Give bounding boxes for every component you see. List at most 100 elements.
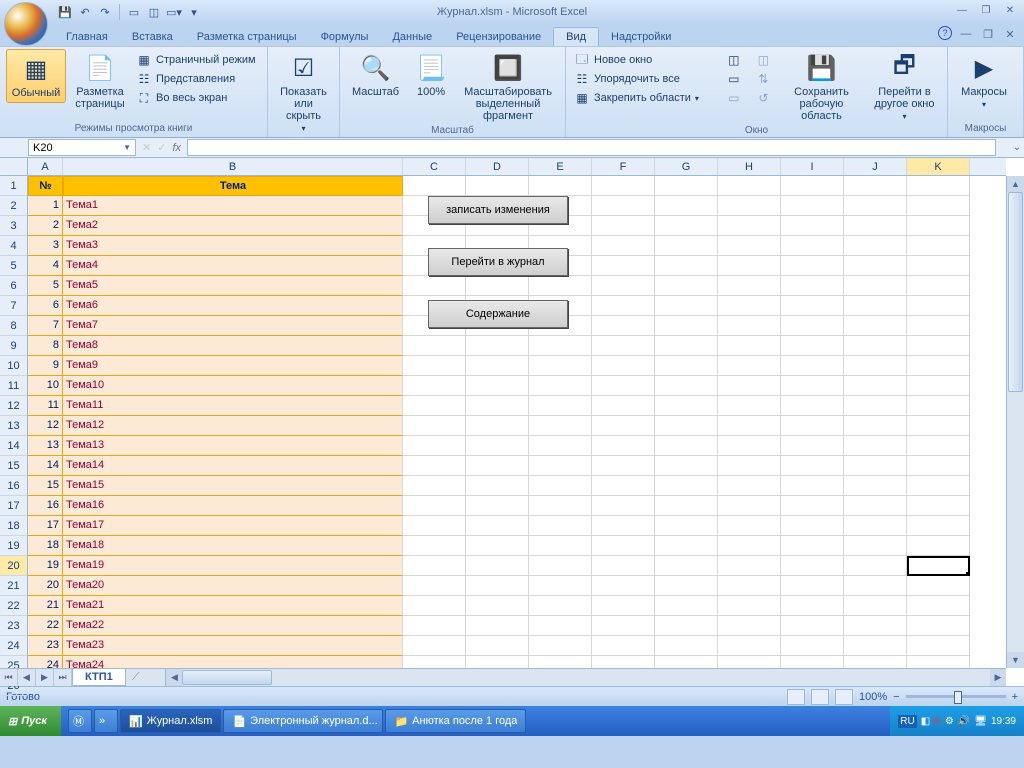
cell[interactable] <box>844 536 907 556</box>
cell[interactable] <box>781 636 844 656</box>
cell[interactable] <box>466 176 529 196</box>
first-sheet-icon[interactable]: ⏮ <box>0 669 18 686</box>
cell[interactable] <box>592 376 655 396</box>
cell[interactable] <box>844 216 907 236</box>
cell[interactable] <box>844 416 907 436</box>
cell[interactable] <box>655 316 718 336</box>
cell[interactable] <box>718 516 781 536</box>
cell[interactable] <box>466 656 529 668</box>
row-header[interactable]: 2 <box>0 196 27 216</box>
doc-restore-icon[interactable]: ❐ <box>980 26 996 42</box>
sync-scroll-button[interactable]: ⇅ <box>753 70 775 88</box>
cell[interactable] <box>403 356 466 376</box>
cell[interactable] <box>403 496 466 516</box>
cell[interactable] <box>907 576 970 596</box>
cell[interactable] <box>466 516 529 536</box>
cell[interactable] <box>655 416 718 436</box>
cell[interactable] <box>655 196 718 216</box>
cell[interactable] <box>718 476 781 496</box>
cell[interactable] <box>655 636 718 656</box>
cell[interactable] <box>844 336 907 356</box>
column-header[interactable]: F <box>592 158 655 175</box>
cell[interactable] <box>529 336 592 356</box>
switch-windows-button[interactable]: 🗗 Перейти в другое окно▾ <box>868 49 941 124</box>
cell[interactable] <box>844 296 907 316</box>
column-header[interactable]: D <box>466 158 529 175</box>
cell[interactable] <box>718 376 781 396</box>
column-header[interactable]: A <box>28 158 63 175</box>
cell[interactable] <box>844 456 907 476</box>
cell[interactable] <box>844 616 907 636</box>
taskbar-item-folder[interactable]: 📁Анютка после 1 года <box>385 709 526 733</box>
row-header[interactable]: 19 <box>0 536 27 556</box>
cell[interactable] <box>907 536 970 556</box>
cell[interactable] <box>529 616 592 636</box>
unhide-button[interactable]: ▭ <box>724 89 750 107</box>
scroll-left-icon[interactable]: ◀ <box>166 669 182 686</box>
ribbon-tab[interactable]: Вставка <box>120 28 185 46</box>
cell[interactable]: 23 <box>28 636 63 656</box>
cell[interactable] <box>907 236 970 256</box>
cell[interactable] <box>529 456 592 476</box>
cell[interactable] <box>466 436 529 456</box>
cell[interactable] <box>466 636 529 656</box>
cell[interactable]: Тема10 <box>63 376 403 396</box>
normal-view-icon[interactable] <box>787 689 805 705</box>
normal-view-button[interactable]: ▦ Обычный <box>6 49 66 103</box>
cell[interactable] <box>844 596 907 616</box>
column-header[interactable]: C <box>403 158 466 175</box>
cell[interactable] <box>844 396 907 416</box>
contents-button[interactable]: Содержание <box>428 300 568 328</box>
cell[interactable] <box>718 296 781 316</box>
cell[interactable] <box>592 456 655 476</box>
cell[interactable] <box>907 296 970 316</box>
cell[interactable]: 20 <box>28 576 63 596</box>
start-button[interactable]: ⊞ Пуск <box>0 706 61 736</box>
cell[interactable]: 7 <box>28 316 63 336</box>
cell[interactable] <box>655 496 718 516</box>
cell[interactable] <box>718 276 781 296</box>
cell[interactable]: 14 <box>28 456 63 476</box>
cell[interactable] <box>466 576 529 596</box>
cell[interactable] <box>781 196 844 216</box>
page-break-view-icon[interactable] <box>835 689 853 705</box>
cell[interactable] <box>655 656 718 668</box>
cell[interactable] <box>655 236 718 256</box>
cell[interactable] <box>529 416 592 436</box>
cell[interactable] <box>718 456 781 476</box>
row-header[interactable]: 7 <box>0 296 27 316</box>
cell[interactable] <box>403 596 466 616</box>
tray-icon[interactable]: ◧ <box>921 716 930 727</box>
cell[interactable] <box>403 176 466 196</box>
row-header[interactable]: 20 <box>0 556 27 576</box>
cell[interactable] <box>907 376 970 396</box>
cell[interactable] <box>655 516 718 536</box>
cell[interactable] <box>907 516 970 536</box>
cell[interactable] <box>718 616 781 636</box>
fx-icon[interactable]: fx <box>172 142 181 154</box>
cell[interactable]: Тема9 <box>63 356 403 376</box>
cell[interactable] <box>655 396 718 416</box>
cell[interactable]: 17 <box>28 516 63 536</box>
cell[interactable] <box>592 516 655 536</box>
scroll-up-icon[interactable]: ▲ <box>1007 176 1024 192</box>
cell[interactable] <box>844 576 907 596</box>
row-header[interactable]: 21 <box>0 576 27 596</box>
cell[interactable] <box>844 316 907 336</box>
cell[interactable] <box>718 496 781 516</box>
cell[interactable] <box>907 636 970 656</box>
cell[interactable] <box>844 436 907 456</box>
cell[interactable] <box>466 336 529 356</box>
cell[interactable] <box>718 416 781 436</box>
cell[interactable] <box>529 396 592 416</box>
name-box[interactable]: K20▼ <box>28 139 136 156</box>
cell[interactable] <box>844 256 907 276</box>
cell[interactable] <box>403 276 466 296</box>
system-tray[interactable]: RU ◧ K ⚙ 🔊 🖥 19:39 <box>890 706 1024 736</box>
cell[interactable] <box>466 496 529 516</box>
cell[interactable] <box>529 476 592 496</box>
cell[interactable]: Тема14 <box>63 456 403 476</box>
cell[interactable] <box>655 296 718 316</box>
cell[interactable] <box>718 576 781 596</box>
cell[interactable]: Тема5 <box>63 276 403 296</box>
